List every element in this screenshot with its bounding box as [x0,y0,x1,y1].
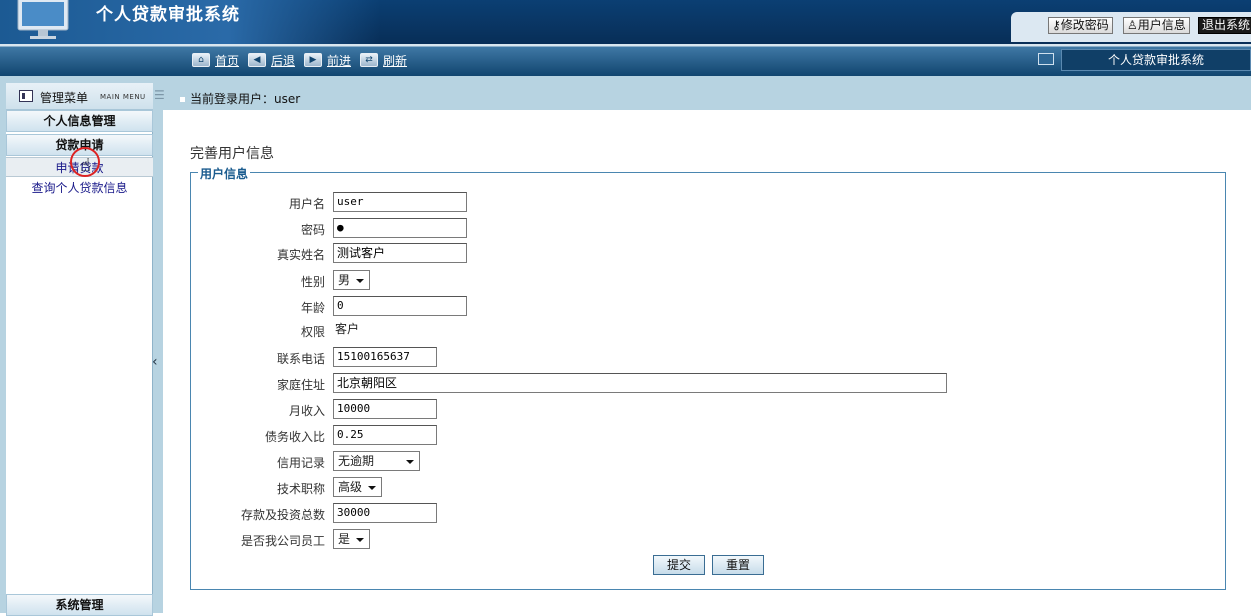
username-input[interactable]: user [333,192,467,212]
employee-label: 是否我公司员工 [240,534,325,548]
refresh-nav[interactable]: ⇄ 刷新 [360,52,407,68]
title-select[interactable]: 高级 [333,477,382,497]
screen-icon [1038,53,1054,65]
form-row-realname: 真实姓名 测试客户 [190,243,1190,263]
home-icon: ⌂ [192,53,210,67]
age-input[interactable]: 0 [333,296,467,316]
bullet-icon [180,97,185,102]
back-arrow-icon: ◀ [248,53,266,67]
page-title: 完善用户信息 [190,146,274,162]
phone-label: 联系电话 [276,352,325,366]
key-icon: ⚷ [1052,18,1061,32]
form-row-savings: 存款及投资总数 30000 [190,503,1190,523]
employee-select[interactable]: 是 [333,529,370,549]
gender-label: 性别 [300,275,325,289]
age-label: 年龄 [300,301,325,315]
password-label: 密码 [300,223,325,237]
form-row-credit: 信用记录 无逾期 [190,451,1190,471]
monitor-logo-icon [17,0,69,39]
savings-label: 存款及投资总数 [240,508,325,522]
role-label: 权限 [300,325,325,339]
sidebar-title: 管理菜单 [40,91,89,105]
fieldset-legend: 用户信息 [198,165,251,182]
income-input[interactable]: 10000 [333,399,437,419]
credit-select[interactable]: 无逾期 [333,451,420,471]
address-label: 家庭住址 [276,378,325,392]
realname-label: 真实姓名 [276,248,325,262]
nav-toolbar: ⌂ 首页 ◀ 后退 ▶ 前进 ⇄ 刷新 个人贷款审批系统 [0,44,1251,76]
credit-label: 信用记录 [276,456,325,470]
role-value: 客户 [335,322,360,336]
refresh-link[interactable]: 刷新 [383,52,407,69]
form-row-gender: 性别 男 [190,270,1190,290]
address-input[interactable]: 北京朝阳区 [333,373,947,393]
back-nav[interactable]: ◀ 后退 [248,52,295,68]
reset-button[interactable]: 重置 [712,555,764,575]
username-label: 用户名 [288,197,325,211]
toolbar-system-title: 个人贷款审批系统 [1061,49,1251,71]
sidebar-item-query-loan[interactable]: 查询个人贷款信息 [6,178,153,198]
gender-select[interactable]: 男 [333,270,370,290]
form-row-debt-ratio: 债务收入比 0.25 [190,425,1190,445]
sidebar-subtitle: MAIN MENU [100,93,146,101]
chevron-left-icon[interactable]: ‹ [152,354,158,370]
sidebar-header: 管理菜单 MAIN MENU [6,83,153,110]
form-row-role: 权限 客户 [190,320,1190,340]
current-user-bar: 当前登录用户：user [180,90,300,107]
form-row-username: 用户名 user [190,192,1190,212]
password-input[interactable]: ● [333,218,467,238]
form-row-address: 家庭住址 北京朝阳区 [190,373,1190,393]
logout-button[interactable]: 退出系统 [1198,17,1251,34]
back-link[interactable]: 后退 [271,52,295,69]
form-row-password: 密码 ● [190,218,1190,238]
form-row-age: 年龄 0 [190,296,1190,316]
forward-link[interactable]: 前进 [327,52,351,69]
phone-input[interactable]: 15100165637 [333,347,437,367]
hand-cursor-icon: ☝ [80,155,91,176]
sidebar-group-personal-info[interactable]: 个人信息管理 [6,110,153,132]
debt-ratio-label: 债务收入比 [264,430,325,444]
user-icon: ♙ [1127,18,1138,32]
realname-input[interactable]: 测试客户 [333,243,467,263]
debt-ratio-input[interactable]: 0.25 [333,425,437,445]
menu-lines-icon: ☰ [154,88,165,102]
forward-nav[interactable]: ▶ 前进 [304,52,351,68]
user-info-button[interactable]: ♙用户信息 [1123,17,1190,34]
submit-button[interactable]: 提交 [653,555,705,575]
savings-input[interactable]: 30000 [333,503,437,523]
forward-arrow-icon: ▶ [304,53,322,67]
refresh-icon: ⇄ [360,53,378,67]
change-password-button[interactable]: ⚷修改密码 [1048,17,1113,34]
app-title: 个人贷款审批系统 [96,5,240,25]
title-label: 技术职称 [276,482,325,496]
form-row-title: 技术职称 高级 [190,477,1190,497]
home-nav[interactable]: ⌂ 首页 [192,52,239,68]
form-row-employee: 是否我公司员工 是 [190,529,1190,549]
home-link[interactable]: 首页 [215,52,239,69]
form-row-income: 月收入 10000 [190,399,1190,419]
menu-panel-icon [19,90,33,102]
income-label: 月收入 [288,404,325,418]
form-row-phone: 联系电话 15100165637 [190,347,1190,367]
